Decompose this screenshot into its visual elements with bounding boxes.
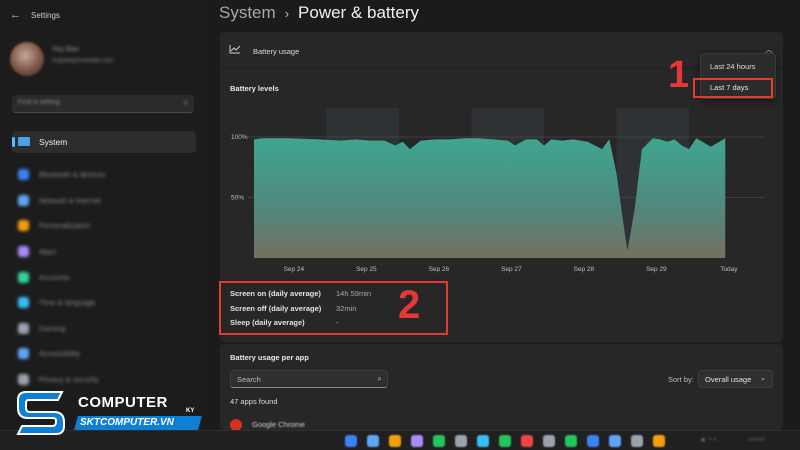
taskbar-app-icon[interactable] (631, 435, 643, 447)
settings-search-input[interactable]: Find a setting ⌕ (12, 95, 194, 113)
dropdown-option-last-24-hours[interactable]: Last 24 hours (710, 62, 755, 71)
taskbar-app-icon[interactable] (455, 435, 467, 447)
x-tick-label: Today (720, 266, 738, 273)
sort-select[interactable]: Overall usage ⌄ (698, 370, 773, 388)
x-tick-label: Sep 25 (356, 266, 377, 273)
annotation-number-2: 2 (398, 283, 421, 327)
sort-select-value: Overall usage (705, 375, 752, 384)
sidebar: ← Settings Huy Bao huybao@example.com Fi… (0, 0, 205, 430)
logo-mark-icon (16, 391, 65, 435)
logo-text: COMPUTER (78, 394, 168, 411)
sidebar-item-label: Apps (39, 247, 57, 257)
sidebar-item-label: Accessibility (39, 349, 80, 359)
user-email: huybao@example.com (52, 58, 114, 64)
taskbar-app-icon[interactable] (345, 435, 357, 447)
sidebar-item-icon (18, 297, 29, 309)
apps-found-count: 47 apps found (230, 397, 278, 406)
x-tick-label: Sep 28 (574, 266, 595, 273)
taskbar-app-icon[interactable] (433, 435, 445, 447)
sidebar-item[interactable]: Personalization (18, 213, 105, 239)
line-graph-icon (229, 45, 241, 54)
annotation-number-1: 1 (668, 54, 690, 96)
taskbar-app-icon[interactable] (477, 435, 489, 447)
sidebar-item-icon (18, 246, 29, 258)
search-icon: ⌕ (377, 374, 382, 383)
sidebar-item-label: System (39, 137, 68, 147)
x-tick-label: Sep 24 (284, 266, 305, 273)
taskbar-app-icon[interactable] (521, 435, 533, 447)
battery-level-area (254, 138, 726, 258)
sidebar-nav-list: Bluetooth & devices Network & internet Per… (18, 162, 105, 392)
sidebar-item[interactable]: Accounts (18, 264, 105, 290)
window-title: Settings (31, 10, 60, 20)
battery-usage-header[interactable]: Battery usage ︿ (220, 32, 783, 69)
app-search-placeholder: Search (237, 375, 261, 384)
taskbar-app-icon[interactable] (543, 435, 555, 447)
monitor-icon (18, 137, 30, 146)
logo-suffix: KY (186, 408, 195, 414)
taskbar-app-icon[interactable] (609, 435, 621, 447)
clock[interactable]: ▭▭▭ (748, 436, 765, 443)
sidebar-item[interactable]: Accessibility (18, 341, 105, 367)
sidebar-item-label: Network & internet (39, 195, 101, 205)
taskbar-app-icon[interactable] (499, 435, 511, 447)
sidebar-item-system[interactable]: System (12, 131, 196, 153)
annotation-box-1 (693, 78, 773, 98)
app-name: Google Chrome (252, 420, 305, 429)
app-search-input[interactable]: Search ⌕ (230, 370, 388, 388)
breadcrumb: System › Power & battery (219, 3, 419, 23)
settings-search-placeholder: Find a setting (18, 99, 61, 106)
tray-icons[interactable]: ▲ ◔ ⌁ (700, 436, 717, 443)
taskbar-app-icon[interactable] (653, 435, 665, 447)
user-name: Huy Bao (52, 46, 79, 53)
sidebar-item[interactable]: Gaming (18, 316, 105, 342)
chevron-down-icon: ⌄ (760, 375, 766, 382)
battery-levels-title: Battery levels (230, 84, 279, 93)
battery-usage-title: Battery usage (253, 47, 300, 56)
search-icon: ⌕ (183, 98, 188, 107)
sidebar-item-icon (18, 348, 29, 360)
sidebar-item[interactable]: Bluetooth & devices (18, 162, 105, 188)
x-tick-label: Sep 26 (429, 266, 450, 273)
sidebar-item-icon (18, 194, 29, 206)
taskbar-app-icon[interactable] (411, 435, 423, 447)
taskbar-app-icon[interactable] (565, 435, 577, 447)
sidebar-item-label: Bluetooth & devices (39, 170, 106, 180)
sidebar-item-icon (18, 169, 29, 181)
taskbar-app-icon[interactable] (587, 435, 599, 447)
x-tick-label: Sep 27 (501, 266, 522, 273)
sidebar-item-label: Personalization (39, 221, 91, 231)
y-tick-label: 50% (231, 195, 244, 202)
page-title: Power & battery (298, 3, 419, 22)
battery-levels-chart: 100% 50% Sep 24 Sep 25 Sep 26 Sep 27 Sep 28 Se… (231, 108, 765, 273)
breadcrumb-parent[interactable]: System (219, 3, 276, 23)
sidebar-item[interactable]: Apps (18, 239, 105, 265)
sidebar-item-icon (18, 322, 29, 334)
sidebar-item-icon (18, 220, 29, 232)
breadcrumb-separator: › (284, 5, 290, 21)
selection-accent (12, 137, 15, 147)
back-arrow-icon[interactable]: ← (10, 9, 21, 21)
taskbar-app-icon[interactable] (389, 435, 401, 447)
sktcomputer-logo: COMPUTER KY SKTCOMPUTER.VN (0, 378, 205, 438)
sidebar-item-label: Accounts (39, 272, 70, 282)
x-tick-label: Sep 29 (646, 266, 667, 273)
sidebar-item[interactable]: Time & language (18, 290, 105, 316)
sort-label: Sort by: (668, 375, 694, 384)
taskbar-app-icon[interactable] (367, 435, 379, 447)
sidebar-item-icon (18, 271, 29, 283)
sidebar-item[interactable]: Network & internet (18, 188, 105, 214)
sidebar-item-label: Gaming (39, 323, 66, 333)
avatar[interactable] (10, 42, 44, 76)
logo-site: SKTCOMPUTER.VN (80, 417, 174, 428)
sidebar-item-label: Time & language (39, 298, 96, 308)
per-app-title: Battery usage per app (230, 353, 309, 362)
y-tick-label: 100% (231, 134, 248, 141)
titlebar: ← Settings (10, 9, 60, 21)
